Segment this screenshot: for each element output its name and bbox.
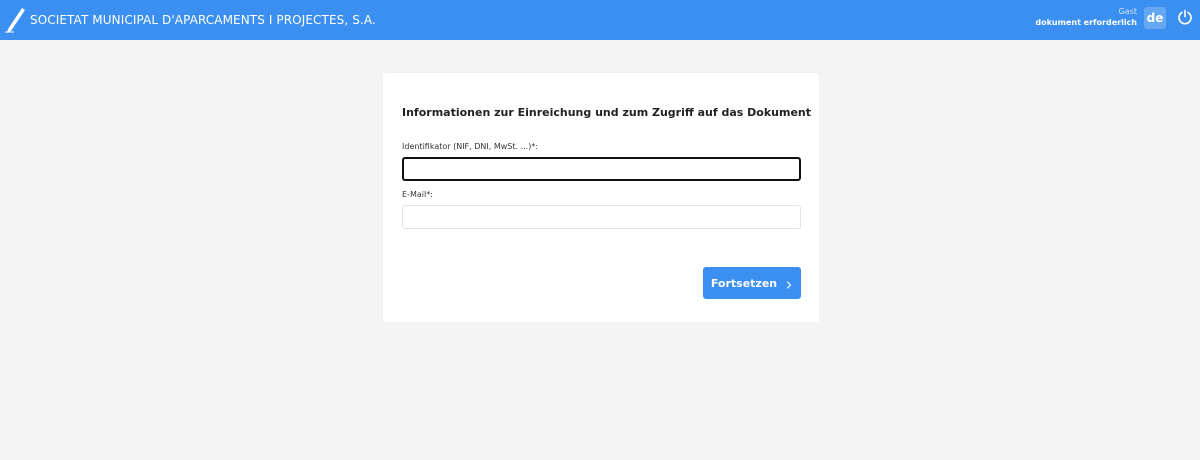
user-role: Gast — [1118, 7, 1137, 16]
identifier-label: Identifikator (NIF, DNI, MwSt. ...)*: — [402, 142, 539, 151]
continue-button-label: Fortsetzen — [710, 276, 778, 290]
email-input[interactable] — [402, 205, 801, 229]
email-label: E-Mail*: — [402, 190, 433, 199]
company-name: SOCIETAT MUNICIPAL D'APARCAMENTS I PROJE… — [30, 13, 376, 27]
form-title: Informationen zur Einreichung und zum Zu… — [402, 106, 811, 119]
chevron-right-icon — [785, 279, 793, 289]
language-selector-button[interactable]: de — [1144, 7, 1166, 29]
user-status: dokument erforderlich — [1035, 18, 1137, 27]
power-icon[interactable] — [1177, 9, 1193, 25]
brand[interactable]: SOCIETAT MUNICIPAL D'APARCAMENTS I PROJE… — [4, 4, 376, 36]
continue-button[interactable]: Fortsetzen — [703, 267, 801, 299]
top-navigation-bar: SOCIETAT MUNICIPAL D'APARCAMENTS I PROJE… — [0, 0, 1200, 40]
access-form-card: Informationen zur Einreichung und zum Zu… — [383, 73, 819, 322]
user-info: Gast dokument erforderlich — [1035, 6, 1137, 28]
pen-icon — [4, 7, 26, 33]
identifier-input[interactable] — [402, 157, 801, 181]
